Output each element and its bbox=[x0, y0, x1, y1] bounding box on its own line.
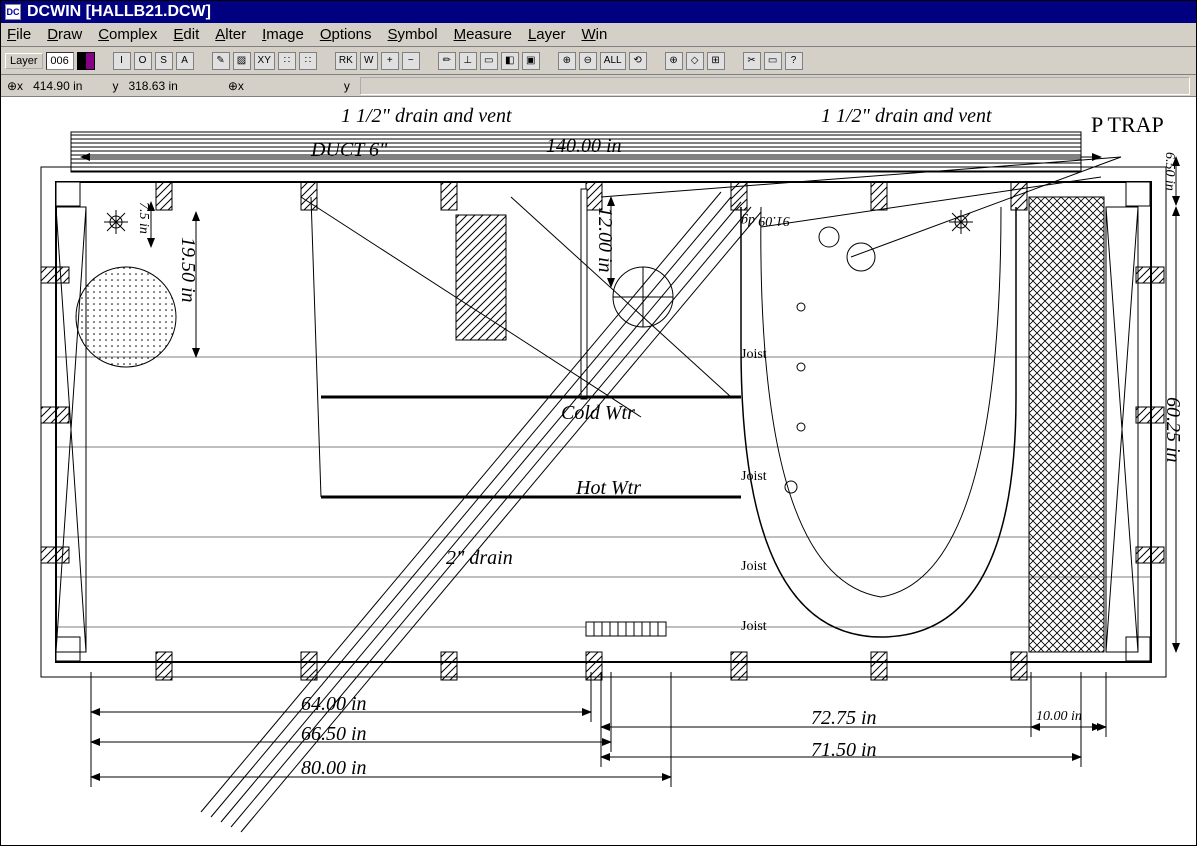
tool-fill-icon[interactable]: ◧ bbox=[501, 52, 519, 70]
menu-file[interactable]: File bbox=[7, 26, 31, 43]
tool-zoomall-icon[interactable]: ALL bbox=[600, 52, 626, 70]
dim-60-25in: 60.25 in bbox=[1161, 397, 1184, 463]
window-title: DCWIN [HALLB21.DCW] bbox=[27, 3, 211, 21]
dim-80in: 80.00 in bbox=[301, 757, 367, 780]
tool-grid2-icon[interactable]: ∷ bbox=[299, 52, 317, 70]
color-swatch[interactable] bbox=[77, 52, 95, 70]
status-filler bbox=[360, 77, 1190, 95]
label-hot-wtr: Hot Wtr bbox=[576, 477, 641, 500]
drawing-canvas[interactable]: 1 1/2" drain and vent 1 1/2" drain and v… bbox=[1, 97, 1196, 845]
rel-y-label: y bbox=[344, 79, 350, 93]
abs-y-value: 318.63 in bbox=[128, 79, 177, 93]
dim-19-50in: 19.50 in bbox=[176, 237, 199, 303]
title-bar: DC DCWIN [HALLB21.DCW] bbox=[1, 1, 1196, 23]
dim-140in: 140.00 in bbox=[546, 135, 622, 158]
tool-i-icon[interactable]: I bbox=[113, 52, 131, 70]
tool-s-icon[interactable]: S bbox=[155, 52, 173, 70]
tool-box-icon[interactable]: ▣ bbox=[522, 52, 540, 70]
label-ptrap: P TRAP bbox=[1091, 112, 1164, 138]
label-drain-vent-2: 1 1/2" drain and vent bbox=[821, 105, 992, 128]
menu-symbol[interactable]: Symbol bbox=[388, 26, 438, 43]
abs-y-label: y bbox=[112, 79, 118, 93]
dim-12in: 12.00 in bbox=[593, 207, 616, 273]
status-bar: ⊕x 414.90 in y 318.63 in ⊕x y bbox=[1, 75, 1196, 97]
tool-grid1-icon[interactable]: ∷ bbox=[278, 52, 296, 70]
dim-72-75in: 72.75 in bbox=[811, 707, 877, 730]
tool-copy-icon[interactable]: ▭ bbox=[764, 52, 782, 70]
app-icon: DC bbox=[5, 4, 21, 20]
menu-complex[interactable]: Complex bbox=[98, 26, 157, 43]
tool-minus-icon[interactable]: − bbox=[402, 52, 420, 70]
tool-snap-icon[interactable]: ⊕ bbox=[665, 52, 683, 70]
layer-button[interactable]: Layer bbox=[5, 53, 43, 69]
label-drain-vent-1: 1 1/2" drain and vent bbox=[341, 105, 512, 128]
menu-measure[interactable]: Measure bbox=[454, 26, 512, 43]
menu-alter[interactable]: Alter bbox=[215, 26, 246, 43]
label-cold-wtr: Cold Wtr bbox=[561, 402, 635, 425]
rel-x-label: ⊕x bbox=[228, 79, 244, 93]
tool-window-icon[interactable]: ⊞ bbox=[707, 52, 725, 70]
tool-refresh-icon[interactable]: ⟲ bbox=[629, 52, 647, 70]
label-duct: DUCT 6" bbox=[311, 139, 387, 162]
dim-6-50in: 6.50 in bbox=[1161, 152, 1177, 191]
menu-edit[interactable]: Edit bbox=[173, 26, 199, 43]
tool-zoomout-icon[interactable]: ⊖ bbox=[579, 52, 597, 70]
tool-xy-icon[interactable]: XY bbox=[254, 52, 275, 70]
abs-x-label: ⊕x bbox=[7, 79, 23, 93]
layer-number-field[interactable]: 006 bbox=[46, 52, 74, 70]
tool-zoomin-icon[interactable]: ⊕ bbox=[558, 52, 576, 70]
tool-o-icon[interactable]: O bbox=[134, 52, 152, 70]
tool-rk-icon[interactable]: RK bbox=[335, 52, 357, 70]
label-joist-2: Joist bbox=[741, 469, 767, 485]
tool-rect-icon[interactable]: ▭ bbox=[480, 52, 498, 70]
menu-win[interactable]: Win bbox=[581, 26, 607, 43]
dim-7-5in: 7.5 in bbox=[135, 202, 151, 234]
tool-diamond-icon[interactable]: ◇ bbox=[686, 52, 704, 70]
menu-draw[interactable]: Draw bbox=[47, 26, 82, 43]
tool-perp-icon[interactable]: ⊥ bbox=[459, 52, 477, 70]
menu-options[interactable]: Options bbox=[320, 26, 372, 43]
tool-hatch-icon[interactable]: ▨ bbox=[233, 52, 251, 70]
label-2in-drain: 2" drain bbox=[446, 547, 513, 570]
tool-a-icon[interactable]: A bbox=[176, 52, 194, 70]
tool-w-icon[interactable]: W bbox=[360, 52, 378, 70]
label-joist-3: Joist bbox=[741, 559, 767, 575]
dim-71-50in: 71.50 in bbox=[811, 739, 877, 762]
toolbar: Layer 006 I O S A ✎ ▨ XY ∷ ∷ RK W + − ✏ … bbox=[1, 47, 1196, 75]
menu-layer[interactable]: Layer bbox=[528, 26, 566, 43]
menu-bar: File Draw Complex Edit Alter Image Optio… bbox=[1, 23, 1196, 47]
menu-image[interactable]: Image bbox=[262, 26, 304, 43]
tool-plus-icon[interactable]: + bbox=[381, 52, 399, 70]
abs-x-value: 414.90 in bbox=[33, 79, 82, 93]
tool-draw-icon[interactable]: ✏ bbox=[438, 52, 456, 70]
tool-pencil-icon[interactable]: ✎ bbox=[212, 52, 230, 70]
tool-cut-icon[interactable]: ✂ bbox=[743, 52, 761, 70]
dim-angle: 91.09 dg bbox=[741, 212, 790, 228]
dim-66-50in: 66.50 in bbox=[301, 723, 367, 746]
tool-help-icon[interactable]: ? bbox=[785, 52, 803, 70]
dim-64in: 64.00 in bbox=[301, 693, 367, 716]
label-joist-4: Joist bbox=[741, 619, 767, 635]
label-joist-1: Joist bbox=[741, 347, 767, 363]
dim-10in: 10.00 in bbox=[1036, 709, 1082, 725]
